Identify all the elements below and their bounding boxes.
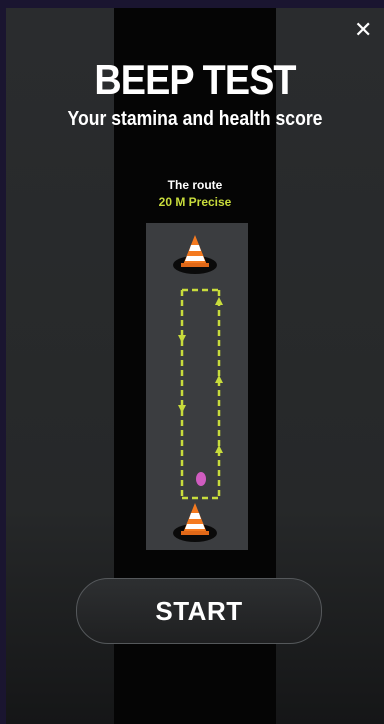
beep-test-screen: ✕ BEEP TEST Your stamina and health scor…	[6, 8, 384, 724]
route-value: 20 M Precise	[158, 195, 232, 209]
runner-icon	[196, 472, 206, 486]
page-subtitle: Your stamina and health score	[67, 108, 323, 130]
start-button[interactable]: START	[76, 578, 322, 644]
close-icon[interactable]: ✕	[354, 20, 372, 42]
route-path	[180, 288, 221, 500]
route-label: The route	[167, 178, 223, 192]
route-diagram	[146, 223, 248, 550]
cone-icon-bottom	[173, 503, 217, 542]
cone-icon-top	[173, 235, 217, 274]
page-title: BEEP TEST	[94, 56, 296, 103]
arrow-icons	[178, 297, 223, 453]
